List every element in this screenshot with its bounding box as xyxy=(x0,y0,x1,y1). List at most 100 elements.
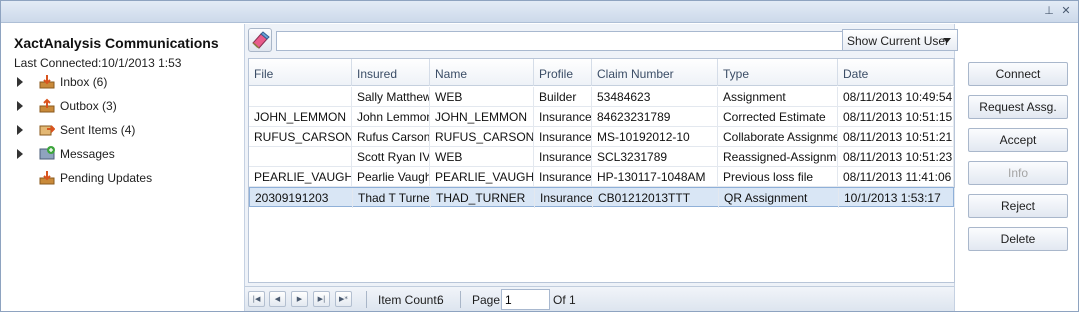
table-row[interactable]: Scott Ryan IV WEB Insurance SCL3231789 Reass… xyxy=(249,147,954,167)
cell-insured: Pearlie Vaugh xyxy=(352,167,430,187)
expand-arrow-icon[interactable] xyxy=(17,125,23,135)
reject-button[interactable]: Reject xyxy=(968,194,1068,218)
cell-text: Insurance xyxy=(539,110,592,124)
cell-text: Assignment xyxy=(723,90,786,104)
cell-profile: Insurance xyxy=(534,167,592,187)
cell-name: RUFUS_CARSON xyxy=(430,127,534,147)
request-assignment-button[interactable]: Request Assg. xyxy=(968,95,1068,119)
column-header-insured[interactable]: Insured xyxy=(352,59,430,86)
cell-text: Sally Matthews xyxy=(357,90,430,104)
cell-profile: Builder xyxy=(534,87,592,107)
last-page-button[interactable]: ▶| xyxy=(313,291,330,307)
cell-text: MS-10192012-10 xyxy=(597,130,690,144)
cell-claim-number: MS-10192012-10 xyxy=(592,127,718,147)
column-header-label: Profile xyxy=(539,67,574,81)
expand-arrow-icon[interactable] xyxy=(17,77,23,87)
delete-button[interactable]: Delete xyxy=(968,227,1068,251)
column-header-claim-number[interactable]: Claim Number xyxy=(592,59,718,86)
cell-text: Collaborate Assignment xyxy=(723,130,838,144)
sidebar-item-label: Outbox (3) xyxy=(60,99,117,113)
column-header-label: File xyxy=(254,67,274,81)
column-header-type[interactable]: Type xyxy=(718,59,838,86)
page-input[interactable] xyxy=(501,289,550,310)
column-header-file[interactable]: File xyxy=(249,59,352,86)
cell-text: Insurance xyxy=(539,170,592,184)
cell-text: 08/11/2013 10:51:15 xyxy=(843,110,953,124)
column-header-label: Name xyxy=(435,67,468,81)
column-header-profile[interactable]: Profile xyxy=(534,59,592,86)
info-button[interactable]: Info xyxy=(968,161,1068,185)
cell-text: QR Assignment xyxy=(724,191,808,205)
table-row[interactable]: RUFUS_CARSON Rufus Carson RUFUS_CARSON Insu… xyxy=(249,127,954,147)
pager-divider xyxy=(366,291,367,308)
sidebar-item-label: Pending Updates xyxy=(60,171,153,185)
accept-button[interactable]: Accept xyxy=(968,128,1068,152)
sidebar-item-inbox[interactable]: Inbox (6) xyxy=(1,72,231,92)
cell-text: Thad T Turner xyxy=(358,191,431,205)
column-header-name[interactable]: Name xyxy=(430,59,534,86)
cell-claim-number: SCL3231789 xyxy=(592,147,718,167)
pin-icon[interactable]: ⊥ xyxy=(1042,4,1056,18)
column-header-date[interactable]: Date xyxy=(838,59,954,86)
cell-text: Reassigned-Assignment xyxy=(723,150,837,164)
sidebar-item-outbox[interactable]: Outbox (3) xyxy=(1,96,231,116)
cell-insured: Sally Matthews xyxy=(352,87,430,107)
sidebar-item-label: Sent Items (4) xyxy=(60,123,136,137)
last-connected-text: Last Connected:10/1/2013 1:53 xyxy=(14,56,182,70)
table-row[interactable]: JOHN_LEMMON John Lemmon JOHN_LEMMON Insuran… xyxy=(249,107,954,127)
cell-date: 10/1/2013 1:53:17 xyxy=(839,188,955,208)
table-row[interactable]: 20309191203 Thad T Turner THAD_TURNER Insur… xyxy=(249,187,955,208)
sidebar-item-sent-items[interactable]: Sent Items (4) xyxy=(1,120,231,140)
table-row[interactable]: Sally Matthews WEB Builder 53484623 Assignme… xyxy=(249,87,954,107)
table-row[interactable]: PEARLIE_VAUGH Pearlie Vaugh PEARLIE_VAUGH I… xyxy=(249,167,954,187)
cell-insured: John Lemmon xyxy=(352,107,430,127)
next-page-button[interactable]: ▶ xyxy=(291,291,308,307)
cell-claim-number: 53484623 xyxy=(592,87,718,107)
cell-date: 08/11/2013 10:51:15 xyxy=(838,107,954,127)
prev-page-button[interactable]: ◀ xyxy=(269,291,286,307)
sidebar-item-label: Messages xyxy=(60,147,115,161)
cell-insured: Rufus Carson xyxy=(352,127,430,147)
grid-header: File Insured Name Profile Claim Number Type Da… xyxy=(249,59,954,86)
app-title: XactAnalysis Communications xyxy=(14,35,219,51)
cell-text: 20309191203 xyxy=(255,191,329,205)
connect-button[interactable]: Connect xyxy=(968,62,1068,86)
cell-text: THAD_TURNER xyxy=(436,191,526,205)
column-header-label: Claim Number xyxy=(597,67,674,81)
cell-text: RUFUS_CARSON xyxy=(435,130,534,144)
cell-date: 08/11/2013 10:51:21 xyxy=(838,127,954,147)
cell-claim-number: HP-130117-1048AM xyxy=(592,167,718,187)
user-filter-dropdown[interactable]: Show Current User xyxy=(842,29,958,51)
cell-text: RUFUS_CARSON xyxy=(254,130,352,144)
sidebar-item-messages[interactable]: Messages xyxy=(1,144,231,164)
expand-arrow-icon[interactable] xyxy=(17,101,23,111)
page-total-label: Of 1 xyxy=(553,293,576,307)
cell-file: JOHN_LEMMON xyxy=(249,107,352,127)
cell-file xyxy=(249,147,352,167)
close-icon[interactable]: ✕ xyxy=(1059,4,1073,18)
search-input[interactable] xyxy=(276,31,843,51)
new-page-button[interactable]: ▶* xyxy=(335,291,352,307)
cell-profile: Insurance xyxy=(534,147,592,167)
inbox-icon xyxy=(39,75,55,89)
cell-type: QR Assignment xyxy=(719,188,839,208)
expand-arrow-icon[interactable] xyxy=(17,149,23,159)
cell-profile: Insurance xyxy=(535,188,593,208)
messages-icon xyxy=(39,146,55,160)
cell-name: JOHN_LEMMON xyxy=(430,107,534,127)
clear-search-button[interactable] xyxy=(248,28,272,52)
cell-text: PEARLIE_VAUGH xyxy=(435,170,534,184)
cell-name: WEB xyxy=(430,147,534,167)
item-count-label: Item Count: xyxy=(378,293,441,307)
cell-text: WEB xyxy=(435,150,463,164)
column-header-label: Date xyxy=(843,67,869,81)
app-window: ⊥ ✕ XactAnalysis Communications Last Con… xyxy=(0,0,1079,312)
first-page-button[interactable]: |◀ xyxy=(248,291,265,307)
cell-text: Builder xyxy=(539,90,577,104)
cell-file xyxy=(249,87,352,107)
cell-text: 53484623 xyxy=(597,90,651,104)
cell-type: Assignment xyxy=(718,87,838,107)
message-panel: Show Current User File Insured Name Profile… xyxy=(244,24,958,311)
user-filter-label: Show Current User xyxy=(847,34,950,48)
sidebar-item-pending-updates[interactable]: Pending Updates xyxy=(1,168,231,188)
